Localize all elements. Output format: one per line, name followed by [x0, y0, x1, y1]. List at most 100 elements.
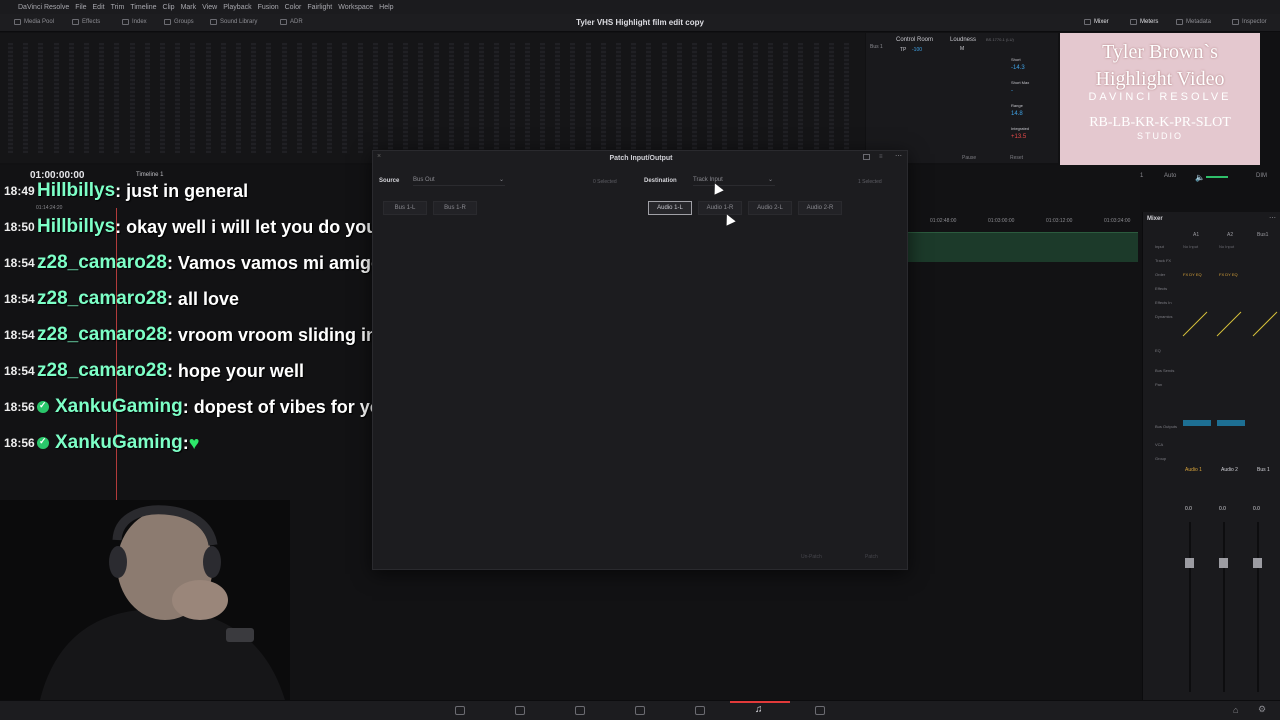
chat-message: 18:54 z28_camaro28 : Vamos vamos mi amigo: [4, 248, 382, 278]
bus-output-badge[interactable]: [1183, 420, 1211, 426]
chat-username: z28_camaro28: [37, 288, 167, 309]
more-options-icon[interactable]: ⋯: [895, 152, 902, 160]
source-bus1-r-button[interactable]: Bus 1-R: [433, 201, 477, 215]
fader-handle[interactable]: [1219, 558, 1228, 568]
dynamics-graph[interactable]: [1181, 310, 1280, 338]
range-value: 14.8: [1011, 111, 1023, 117]
close-icon[interactable]: ×: [377, 153, 381, 160]
dim-button[interactable]: DIM: [1256, 173, 1267, 179]
source-bus1-l-button[interactable]: Bus 1-L: [383, 201, 427, 215]
chevron-down-icon[interactable]: ⌄: [768, 176, 773, 183]
menu-fairlight[interactable]: Fairlight: [307, 4, 332, 11]
meter-channel: [266, 43, 272, 153]
control-room-bus[interactable]: Bus 1: [870, 44, 883, 50]
patch-button[interactable]: Patch: [865, 554, 878, 560]
meter-channel: [99, 43, 105, 153]
mixer-row-label: Bus Outputs: [1155, 424, 1178, 429]
mixer-row-label: Track FX: [1155, 258, 1172, 263]
menu-timeline[interactable]: Timeline: [130, 4, 156, 11]
menu-fusion[interactable]: Fusion: [258, 4, 279, 11]
menu-file[interactable]: File: [75, 4, 86, 11]
video-preview[interactable]: Tyler Brown`s Highlight Video DAVINCI RE…: [1060, 33, 1260, 165]
chat-time: 18:56: [4, 400, 35, 414]
chevron-down-icon[interactable]: ⌄: [499, 176, 504, 183]
home-icon[interactable]: ⌂: [1233, 705, 1238, 715]
fader-handle[interactable]: [1185, 558, 1194, 568]
meter-channel: [768, 43, 773, 153]
media-page-icon[interactable]: [455, 706, 465, 715]
pause-button[interactable]: Pause: [962, 155, 976, 161]
timeline-ruler[interactable]: 01:02:48:00 01:03:00:00 01:03:12:00 01:0…: [910, 215, 1138, 225]
webcam-feed: [0, 500, 290, 700]
gear-icon[interactable]: ⚙: [1258, 704, 1266, 715]
input-select[interactable]: No Input: [1219, 244, 1234, 249]
dialog-title: Patch Input/Output: [609, 155, 673, 162]
meter-channel: [692, 43, 697, 153]
audio-clip[interactable]: [908, 232, 1138, 262]
menu-help[interactable]: Help: [379, 4, 393, 11]
fairlight-page-icon[interactable]: ♫: [755, 704, 763, 715]
monitor-auto[interactable]: Auto: [1164, 173, 1176, 179]
short-value: -14.3: [1011, 65, 1025, 71]
meter-channel: [403, 43, 409, 153]
order-select[interactable]: FX DY EQ: [1183, 272, 1202, 277]
meter-channel: [752, 43, 758, 153]
menu-trim[interactable]: Trim: [111, 4, 125, 11]
strip-name: Bus 1: [1257, 467, 1270, 473]
input-select[interactable]: No Input: [1183, 244, 1198, 249]
fader-handle[interactable]: [1253, 558, 1262, 568]
heart-emoji: ♥: [188, 432, 200, 453]
meter-channel: [160, 43, 165, 153]
chat-time: 18:54: [4, 328, 35, 342]
unpatch-button[interactable]: Un-Patch: [801, 554, 822, 560]
monitor-volume-slider[interactable]: [1206, 176, 1228, 178]
mixer-row-label: Bus Sends: [1155, 368, 1175, 373]
menu-playback[interactable]: Playback: [223, 4, 251, 11]
dest-audio1-l-button[interactable]: Audio 1-L: [648, 201, 692, 215]
source-label: Source: [379, 178, 400, 184]
source-dropdown[interactable]: Bus Out: [413, 177, 505, 186]
meter-channel: [479, 43, 485, 153]
grid-view-icon[interactable]: [863, 154, 870, 160]
control-room-panel: Control Room Bus 1 TP -100 Loudness BS.1…: [866, 33, 1058, 163]
meter-channel: [357, 43, 363, 153]
meter-channel: [661, 43, 667, 153]
dest-audio2-l-button[interactable]: Audio 2-L: [748, 201, 792, 215]
meter-channel: [828, 43, 834, 153]
speaker-icon[interactable]: 🔈: [1195, 173, 1205, 182]
more-options-icon[interactable]: ⋯: [1269, 214, 1276, 222]
dest-audio2-r-button[interactable]: Audio 2-R: [798, 201, 842, 215]
reset-button[interactable]: Reset: [1010, 155, 1023, 161]
menu-color[interactable]: Color: [285, 4, 302, 11]
mixer-column-bus1: Bus1: [1257, 232, 1269, 238]
fader-track: [1257, 522, 1259, 692]
source-selected-count: 0 Selected: [593, 179, 617, 185]
app-name[interactable]: DaVinci Resolve: [18, 4, 69, 11]
chat-text: : all love: [166, 288, 239, 309]
meter-channel: [813, 43, 819, 153]
fusion-page-icon[interactable]: [635, 706, 645, 715]
deliver-page-icon[interactable]: [815, 706, 825, 715]
loudness-standard[interactable]: BS.1770-1 (LU): [986, 37, 1014, 42]
order-select[interactable]: FX DY EQ: [1219, 272, 1238, 277]
menu-view[interactable]: View: [202, 4, 217, 11]
menu-workspace[interactable]: Workspace: [338, 4, 373, 11]
meter-channel: [84, 43, 89, 153]
bus-output-badge[interactable]: [1217, 420, 1245, 426]
meter-channel: [585, 43, 591, 153]
meter-channel: [676, 43, 682, 153]
dest-audio1-r-button[interactable]: Audio 1-R: [698, 201, 742, 215]
meter-channel: [631, 43, 637, 153]
meter-channel: [433, 43, 439, 153]
cut-page-icon[interactable]: [515, 706, 525, 715]
color-page-icon[interactable]: [695, 706, 705, 715]
menu-edit[interactable]: Edit: [93, 4, 105, 11]
meter-channel: [312, 43, 317, 153]
destination-dropdown[interactable]: Track Input: [693, 177, 775, 186]
list-view-icon[interactable]: ≡: [879, 154, 883, 160]
edit-page-icon[interactable]: [575, 706, 585, 715]
webcam-person-image: [0, 500, 290, 700]
menu-mark[interactable]: Mark: [181, 4, 197, 11]
menu-clip[interactable]: Clip: [163, 4, 175, 11]
mixer-row-label: Dynamics: [1155, 314, 1173, 319]
